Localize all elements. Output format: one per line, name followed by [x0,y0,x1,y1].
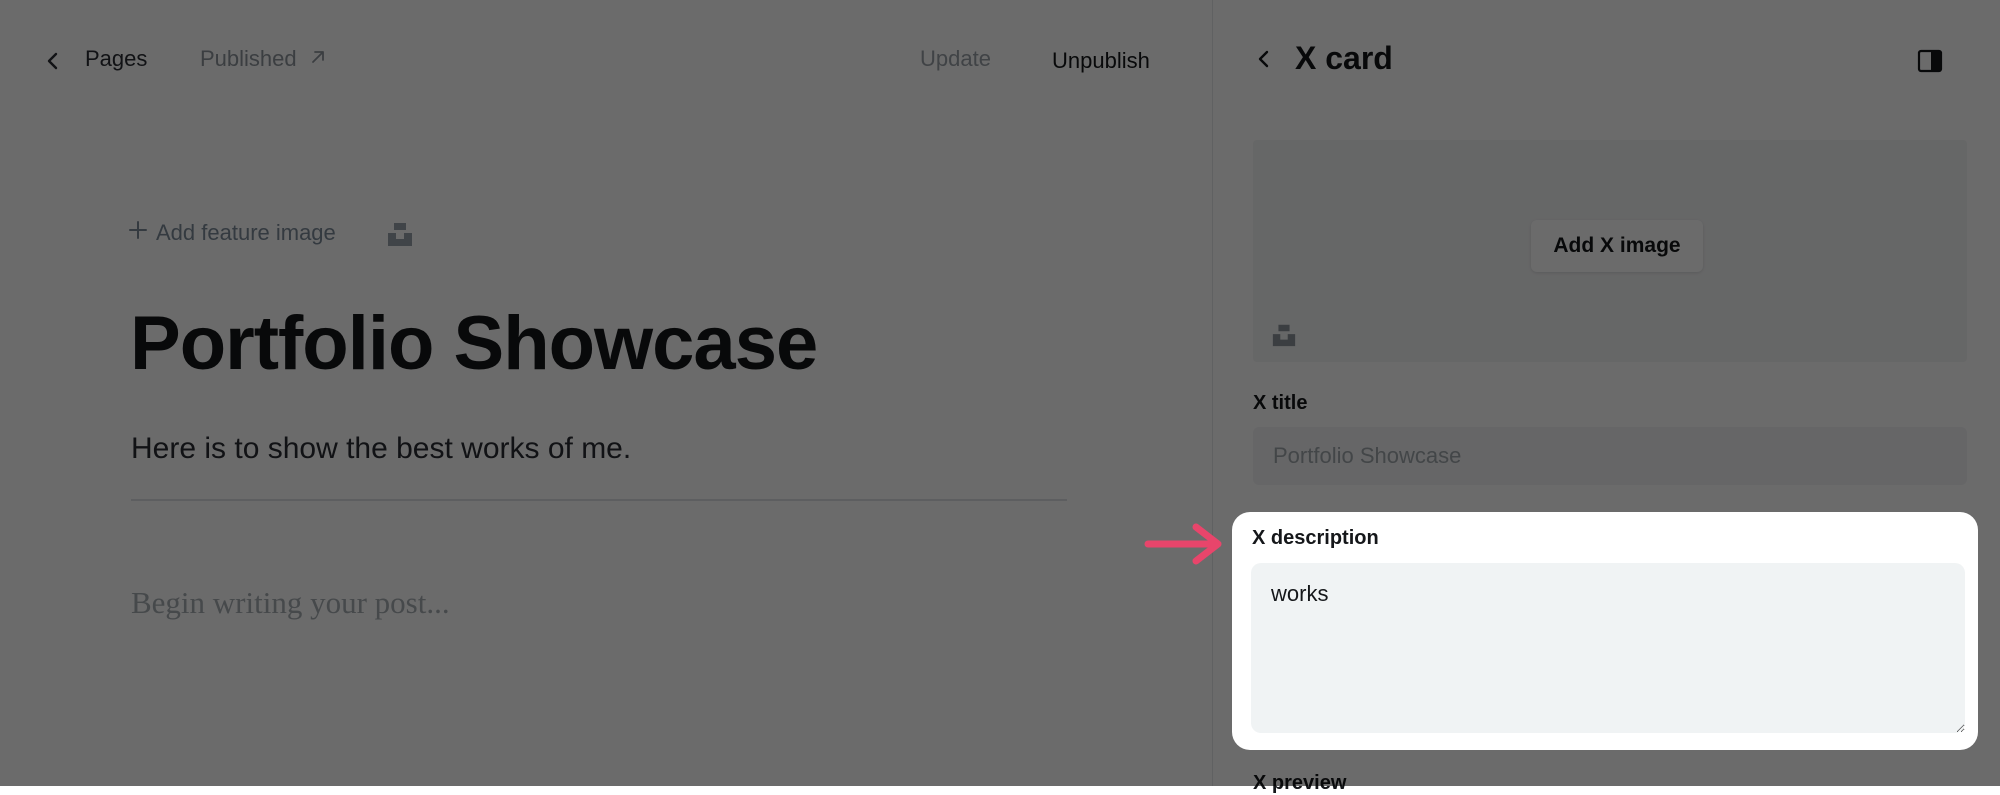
x-description-highlight: X description works [1232,512,1978,750]
status-label: Published [200,46,297,71]
x-title-input[interactable] [1253,427,1967,485]
post-body-placeholder[interactable]: Begin writing your post... [131,585,450,621]
chevron-left-icon[interactable] [40,48,66,74]
arrow-right-icon [1144,523,1222,565]
update-button[interactable]: Update [920,46,991,72]
x-image-upload[interactable]: Add X image [1253,140,1967,362]
x-description-textarea[interactable]: works [1251,563,1965,733]
plus-icon [128,220,148,246]
unsplash-icon[interactable] [386,220,414,248]
sidebar-toggle-icon[interactable] [1917,48,1943,74]
x-preview-label: X preview [1253,772,1347,794]
external-arrow-icon [309,46,327,72]
back-to-pages-link[interactable]: Pages [85,46,147,72]
x-title-label: X title [1253,392,1308,414]
add-feature-image-button[interactable]: Add feature image [128,220,336,246]
post-title[interactable]: Portfolio Showcase [130,300,818,387]
x-description-label: X description [1252,527,1379,549]
unpublish-button[interactable]: Unpublish [1052,48,1150,74]
chevron-left-icon[interactable] [1251,46,1277,72]
published-status-link[interactable]: Published [200,46,327,72]
unsplash-icon[interactable] [1271,322,1297,348]
editor-topbar: Pages Published Update Unpublish [0,0,1212,120]
panel-title: X card [1295,40,1393,76]
excerpt-divider [131,499,1067,501]
post-editor: Pages Published Update Unpublish Add fea… [0,0,1212,786]
add-x-image-button[interactable]: Add X image [1531,220,1703,272]
post-excerpt[interactable]: Here is to show the best works of me. [131,432,631,466]
feature-image-label: Add feature image [156,220,336,245]
